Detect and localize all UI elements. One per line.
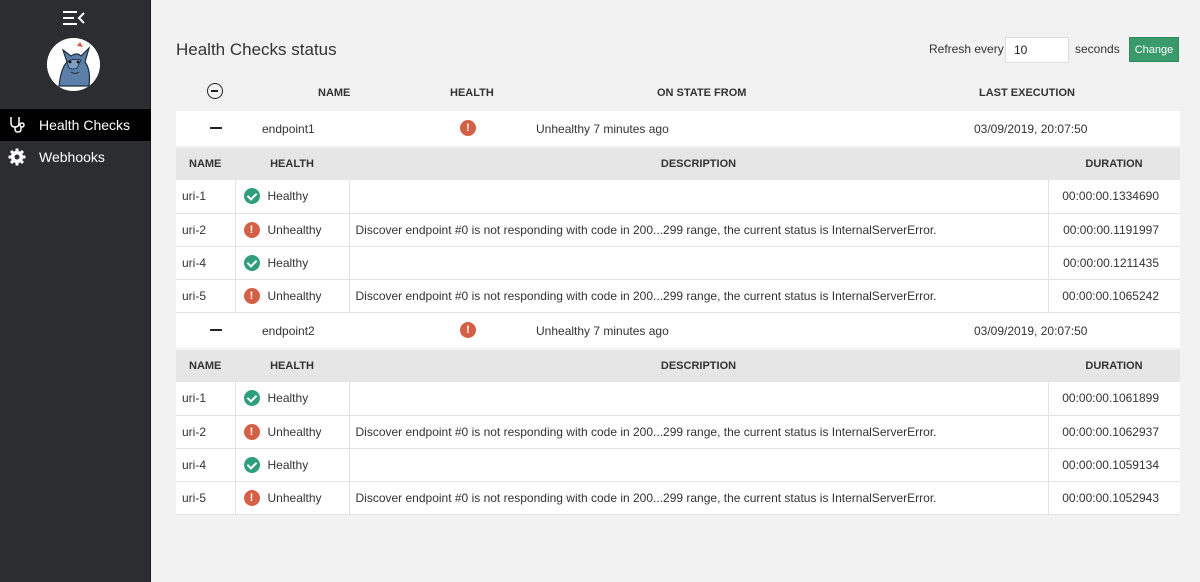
healthy-icon bbox=[243, 390, 260, 407]
sidebar-item-label: Health Checks bbox=[39, 117, 131, 133]
sub-column-name: NAME bbox=[176, 350, 235, 382]
entry-description bbox=[348, 382, 1048, 416]
entry-duration: 00:00:00.1052943 bbox=[1047, 481, 1180, 515]
sidebar-item-label: Webhooks bbox=[39, 149, 105, 165]
sub-column-health: HEALTH bbox=[235, 148, 349, 180]
sidebar-item-health-checks[interactable]: Health Checks bbox=[0, 109, 151, 141]
sidebar-item-webhooks[interactable]: Webhooks bbox=[0, 141, 151, 173]
unhealthy-icon: ! bbox=[243, 489, 260, 506]
entry-health: Unhealthy bbox=[267, 222, 322, 237]
refresh-interval-input[interactable] bbox=[1005, 37, 1069, 63]
collapse-all-icon[interactable] bbox=[207, 83, 223, 99]
entry-duration: 00:00:00.1334690 bbox=[1047, 180, 1180, 214]
table-row: uri-4 Healthy 00:00:00.1211435 bbox=[176, 246, 1180, 280]
seconds-label: seconds bbox=[1075, 42, 1120, 56]
table-row: uri-2 ! Unhealthy Discover endpoint #0 is… bbox=[176, 213, 1180, 247]
healthy-icon bbox=[243, 254, 260, 271]
table-row: uri-2 ! Unhealthy Discover endpoint #0 is… bbox=[176, 415, 1180, 449]
unhealthy-icon: ! bbox=[243, 423, 260, 440]
endpoint-details-table: NAME HEALTH DESCRIPTION DURATION uri-1 H… bbox=[176, 148, 1180, 313]
entry-name: uri-4 bbox=[176, 448, 235, 482]
collapse-toggle-icon[interactable] bbox=[210, 127, 222, 129]
table-row: uri-5 ! Unhealthy Discover endpoint #0 is… bbox=[176, 481, 1180, 515]
entry-name: uri-5 bbox=[176, 481, 235, 515]
entry-name: uri-2 bbox=[176, 415, 235, 449]
entry-name: uri-4 bbox=[176, 246, 235, 280]
entry-name: uri-5 bbox=[176, 279, 235, 313]
entry-duration: 00:00:00.1065242 bbox=[1047, 279, 1180, 313]
endpoint-name: endpoint2 bbox=[262, 324, 315, 338]
main-table-header: NAME HEALTH ON STATE FROM LAST EXECUTION bbox=[176, 78, 1180, 110]
entry-name: uri-1 bbox=[176, 180, 235, 214]
column-on-state-from: ON STATE FROM bbox=[657, 87, 747, 99]
entry-duration: 00:00:00.1059134 bbox=[1047, 448, 1180, 482]
logo-avatar bbox=[47, 38, 100, 91]
entry-name: uri-1 bbox=[176, 382, 235, 416]
entry-health: Healthy bbox=[267, 189, 309, 204]
entry-health: Unhealthy bbox=[267, 490, 322, 505]
table-row: uri-4 Healthy 00:00:00.1059134 bbox=[176, 448, 1180, 482]
entry-health: Healthy bbox=[267, 391, 309, 406]
unhealthy-icon: ! bbox=[460, 322, 476, 338]
menu-collapse-icon[interactable] bbox=[63, 9, 85, 27]
table-row: uri-1 Healthy 00:00:00.1061899 bbox=[176, 382, 1180, 416]
entry-duration: 00:00:00.1211435 bbox=[1047, 246, 1180, 280]
sub-column-description: DESCRIPTION bbox=[349, 148, 1048, 180]
endpoint-state: Unhealthy 7 minutes ago bbox=[536, 324, 669, 338]
entry-duration: 00:00:00.1062937 bbox=[1047, 415, 1180, 449]
page-title: Health Checks status bbox=[176, 40, 337, 59]
endpoint-last-execution: 03/09/2019, 20:07:50 bbox=[974, 324, 1088, 338]
column-last-execution: LAST EXECUTION bbox=[979, 87, 1075, 99]
collapse-toggle-icon[interactable] bbox=[210, 329, 222, 331]
table-row: uri-1 Healthy 00:00:00.1334690 bbox=[176, 180, 1180, 214]
entry-description bbox=[348, 180, 1048, 214]
refresh-label: Refresh every bbox=[929, 42, 1004, 56]
entry-duration: 00:00:00.1061899 bbox=[1047, 382, 1180, 416]
column-name: NAME bbox=[318, 87, 351, 99]
entry-description: Discover endpoint #0 is not responding w… bbox=[348, 213, 1048, 247]
endpoint-state: Unhealthy 7 minutes ago bbox=[536, 122, 669, 136]
column-health: HEALTH bbox=[450, 87, 494, 99]
sidebar: Health Checks Webhooks bbox=[0, 0, 151, 582]
endpoint-last-execution: 03/09/2019, 20:07:50 bbox=[974, 122, 1088, 136]
entry-health: Healthy bbox=[267, 255, 309, 270]
sub-column-duration: DURATION bbox=[1048, 350, 1180, 382]
sub-column-duration: DURATION bbox=[1048, 148, 1180, 180]
sub-column-name: NAME bbox=[176, 148, 235, 180]
endpoint-row[interactable]: endpoint1 ! Unhealthy 7 minutes ago 03/0… bbox=[176, 111, 1180, 146]
unhealthy-icon: ! bbox=[460, 120, 476, 136]
entry-description bbox=[348, 448, 1048, 482]
gear-icon bbox=[8, 148, 26, 166]
change-button[interactable]: Change bbox=[1129, 37, 1179, 62]
healthy-icon bbox=[243, 456, 260, 473]
unhealthy-icon: ! bbox=[243, 287, 260, 304]
sub-column-description: DESCRIPTION bbox=[349, 350, 1048, 382]
endpoint-row[interactable]: endpoint2 ! Unhealthy 7 minutes ago 03/0… bbox=[176, 313, 1180, 348]
table-row: uri-5 ! Unhealthy Discover endpoint #0 is… bbox=[176, 279, 1180, 313]
entry-description: Discover endpoint #0 is not responding w… bbox=[348, 481, 1048, 515]
stethoscope-icon bbox=[8, 116, 26, 134]
healthy-icon bbox=[243, 188, 260, 205]
endpoint-name: endpoint1 bbox=[262, 122, 315, 136]
unhealthy-icon: ! bbox=[243, 221, 260, 238]
entry-duration: 00:00:00.1191997 bbox=[1047, 213, 1180, 247]
entry-name: uri-2 bbox=[176, 213, 235, 247]
entry-description: Discover endpoint #0 is not responding w… bbox=[348, 279, 1048, 313]
entry-description bbox=[348, 246, 1048, 280]
sub-column-health: HEALTH bbox=[235, 350, 349, 382]
entry-description: Discover endpoint #0 is not responding w… bbox=[348, 415, 1048, 449]
entry-health: Healthy bbox=[267, 457, 309, 472]
entry-health: Unhealthy bbox=[267, 288, 322, 303]
endpoint-details-table: NAME HEALTH DESCRIPTION DURATION uri-1 H… bbox=[176, 350, 1180, 515]
entry-health: Unhealthy bbox=[267, 424, 322, 439]
